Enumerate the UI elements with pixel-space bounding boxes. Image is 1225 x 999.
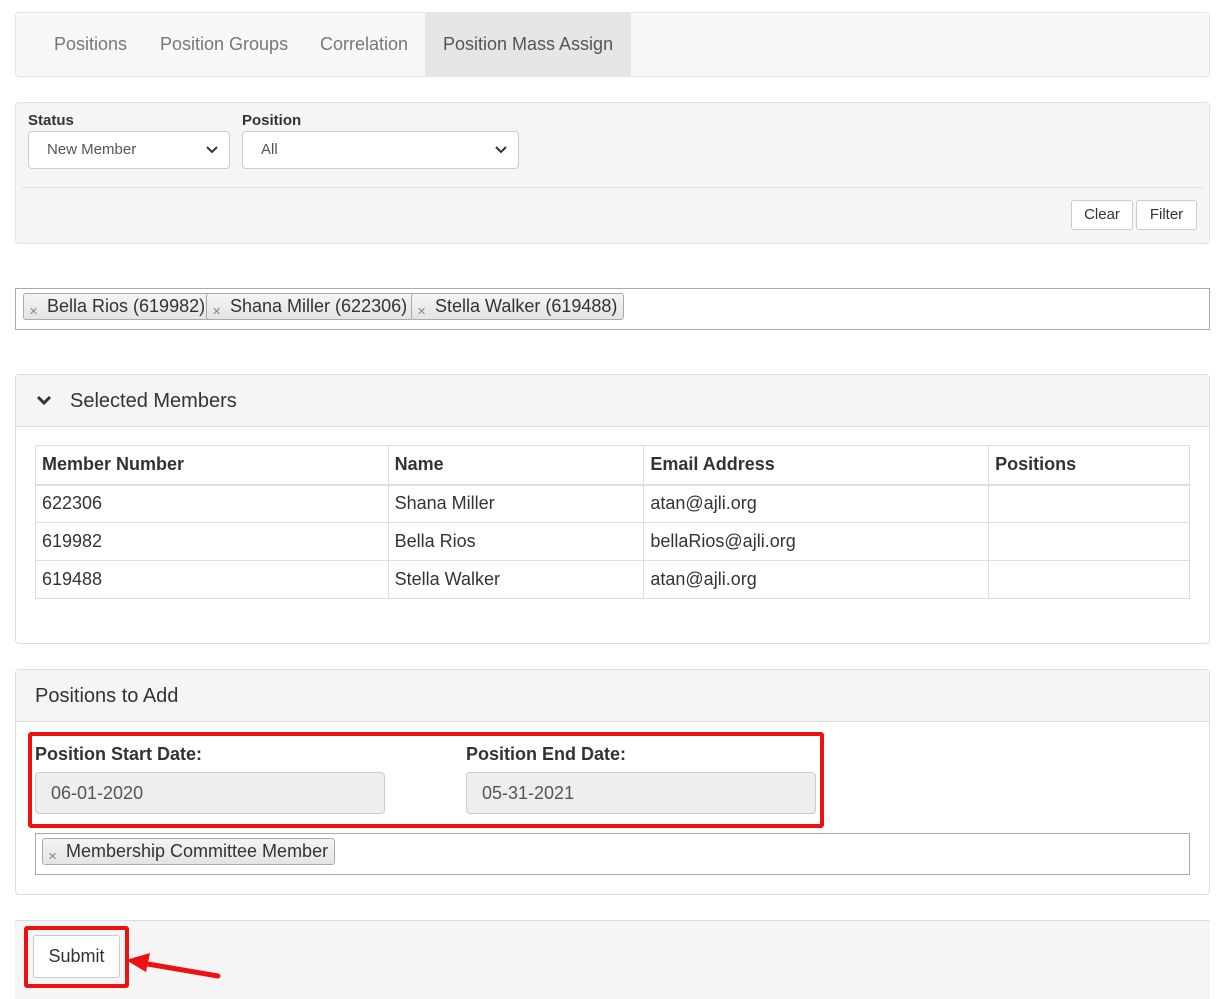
member-token-label: Stella Walker (619488) [435,296,618,316]
member-token: ✕ Bella Rios (619982) [23,293,213,320]
name-cell: Shana Miller [387,484,645,523]
position-token: ✕ Membership Committee Member [42,838,336,865]
member-token-label: Bella Rios (619982) [47,296,206,316]
member-number-cell: 619982 [35,522,389,561]
chevron-down-icon[interactable] [35,394,53,408]
table-row: 619982 Bella Rios bellaRios@ajli.org [35,522,1190,561]
divider [22,187,1203,188]
position-token-label: Membership Committee Member [66,841,329,861]
selected-members-panel: Selected Members Member Number Name Emai… [15,374,1210,644]
member-token: ✕ Shana Miller (622306) [206,293,415,320]
status-select[interactable]: New Member [28,131,230,169]
name-cell: Stella Walker [387,560,645,599]
member-number-cell: 622306 [35,484,389,523]
position-label: Position [242,112,302,129]
members-table: Member Number Name Email Address Positio… [35,445,1190,599]
filter-button[interactable]: Filter [1136,200,1197,230]
tab-correlation[interactable]: Correlation [302,13,426,76]
member-number-cell: 619488 [35,560,389,599]
positions-cell [988,522,1190,561]
column-header: Email Address [643,445,990,486]
remove-icon[interactable]: ✕ [417,307,426,318]
name-cell: Bella Rios [387,522,645,561]
tab-position-groups[interactable]: Position Groups [142,13,306,76]
tab-bar: Positions Position Groups Correlation Po… [15,12,1210,77]
positions-cell [988,484,1190,523]
highlight-box [24,926,129,988]
tab-position-mass-assign[interactable]: Position Mass Assign [425,13,632,76]
remove-icon[interactable]: ✕ [29,307,38,318]
column-header: Name [387,445,645,486]
table-row: 619488 Stella Walker atan@ajli.org [35,560,1190,599]
clear-button[interactable]: Clear [1071,200,1133,230]
arrow-icon [126,953,221,979]
chevron-down-icon [206,146,218,154]
positions-cell [988,560,1190,599]
filter-panel: Status New Member Position All Clear Fil… [15,102,1210,244]
status-label: Status [28,112,74,129]
member-token: ✕ Stella Walker (619488) [411,293,625,320]
highlight-box [28,732,824,828]
positions-to-add-header: Positions to Add [16,670,1209,722]
column-header: Positions [988,445,1190,486]
tab-positions[interactable]: Positions [36,13,145,76]
member-token-label: Shana Miller (622306) [230,296,408,316]
selected-members-header[interactable]: Selected Members [16,375,1209,427]
remove-icon[interactable]: ✕ [212,307,221,318]
positions-to-add-title: Positions to Add [35,685,179,707]
selected-members-title: Selected Members [70,390,237,412]
email-cell: atan@ajli.org [643,560,990,599]
position-select-input[interactable]: ✕ Membership Committee Member [35,833,1190,875]
position-select-value: All [261,141,278,158]
position-select[interactable]: All [242,131,519,169]
chevron-down-icon [495,146,507,154]
member-select-input[interactable]: ✕ Bella Rios (619982) ✕ Shana Miller (62… [15,288,1210,330]
status-select-value: New Member [47,141,137,158]
email-cell: atan@ajli.org [643,484,990,523]
table-header-row: Member Number Name Email Address Positio… [35,445,1190,486]
table-row: 622306 Shana Miller atan@ajli.org [35,484,1190,523]
email-cell: bellaRios@ajli.org [643,522,990,561]
remove-icon[interactable]: ✕ [48,852,57,863]
column-header: Member Number [35,445,389,486]
